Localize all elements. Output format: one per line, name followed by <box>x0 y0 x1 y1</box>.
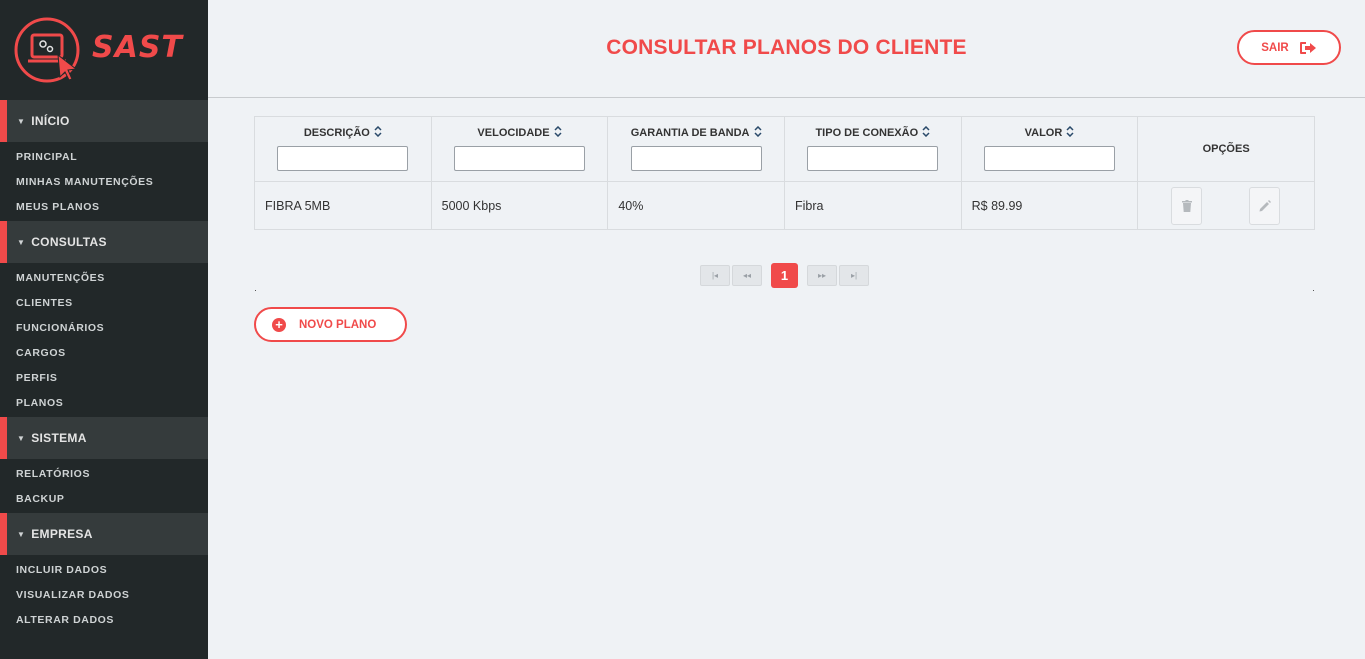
sidebar-item-cargos[interactable]: CARGOS <box>0 341 208 366</box>
edit-button[interactable] <box>1249 187 1281 225</box>
sidebar-item-planos[interactable]: PLANOS <box>0 391 208 416</box>
column-header-descricao[interactable]: DESCRIÇÃO <box>254 116 432 182</box>
filter-input-velocidade[interactable] <box>453 146 585 171</box>
logout-label: SAIR <box>1261 41 1289 54</box>
cell-valor: R$ 89.99 <box>960 181 1139 230</box>
column-header-garantia-de-banda[interactable]: GARANTIA DE BANDA <box>607 116 785 182</box>
sidebar-item-visualizar-dados[interactable]: VISUALIZAR DADOS <box>0 583 208 608</box>
cell-opcoes <box>1137 181 1315 230</box>
sidebar-item-alterar-dados[interactable]: ALTERAR DADOS <box>0 608 208 633</box>
cell-garantia-de-banda: 40% <box>607 181 785 230</box>
last-page-icon: ▸| <box>850 271 858 280</box>
new-plan-button[interactable]: + NOVO PLANO <box>254 307 407 342</box>
next-page-icon: ▸▸ <box>817 271 827 280</box>
sidebar-item-manutencoes[interactable]: MANUTENÇÕES <box>0 266 208 291</box>
plans-table: DESCRIÇÃO VELOCIDADE GARANTIA DE BANDA T… <box>254 116 1315 230</box>
sidebar-item-relatorios[interactable]: RELATÓRIOS <box>0 462 208 487</box>
caret-down-icon: ▼ <box>17 116 26 126</box>
filter-input-tipo-de-conexao[interactable] <box>807 146 939 171</box>
topbar: CONSULTAR PLANOS DO CLIENTE SAIR <box>208 0 1365 98</box>
prev-page-icon: ◂◂ <box>742 271 752 280</box>
first-page-button[interactable]: |◂ <box>700 265 730 286</box>
sidebar-item-principal[interactable]: PRINCIPAL <box>0 145 208 170</box>
paginator-right-dot <box>1313 290 1314 291</box>
section-header-empresa[interactable]: ▼ EMPRESA <box>0 513 208 555</box>
page-number-button[interactable]: 1 <box>771 263 798 288</box>
cell-descricao: FIBRA 5MB <box>254 181 432 230</box>
column-header-valor[interactable]: VALOR <box>960 116 1139 182</box>
sidebar-item-incluir-dados[interactable]: INCLUIR DADOS <box>0 558 208 583</box>
column-header-tipo-de-conexao[interactable]: TIPO DE CONEXÃO <box>783 116 962 182</box>
section-header-sistema[interactable]: ▼ SISTEMA <box>0 417 208 459</box>
section-header-consultas[interactable]: ▼ CONSULTAS <box>0 221 208 263</box>
sign-out-icon <box>1299 41 1316 54</box>
sort-icon <box>922 126 930 137</box>
nav-section-sistema: ▼ SISTEMA RELATÓRIOS BACKUP <box>0 417 208 513</box>
filter-input-garantia-de-banda[interactable] <box>630 146 762 171</box>
cell-tipo-de-conexao: Fibra <box>783 181 962 230</box>
next-page-button[interactable]: ▸▸ <box>807 265 837 286</box>
sort-icon <box>1066 126 1074 137</box>
logo[interactable]: SAST <box>0 0 208 100</box>
pencil-icon <box>1259 200 1271 212</box>
logout-button[interactable]: SAIR <box>1237 30 1341 65</box>
sidebar-item-clientes[interactable]: CLIENTES <box>0 291 208 316</box>
sort-icon <box>554 126 562 137</box>
filter-input-valor[interactable] <box>983 146 1115 171</box>
paginator: |◂ ◂◂ 1 ▸▸ ▸| <box>700 263 869 288</box>
plus-circle-icon: + <box>272 317 286 332</box>
new-plan-label: NOVO PLANO <box>299 318 377 331</box>
sort-icon <box>753 126 762 137</box>
nav-section-empresa: ▼ EMPRESA INCLUIR DADOS VISUALIZAR DADOS … <box>0 513 208 634</box>
caret-down-icon: ▼ <box>17 433 26 443</box>
prev-page-button[interactable]: ◂◂ <box>732 265 762 286</box>
page-title: CONSULTAR PLANOS DO CLIENTE <box>606 36 967 59</box>
trash-icon <box>1181 200 1192 212</box>
delete-button[interactable] <box>1171 187 1203 225</box>
sidebar-item-meus-planos[interactable]: MEUS PLANOS <box>0 195 208 220</box>
nav-section-consultas: ▼ CONSULTAS MANUTENÇÕES CLIENTES FUNCIONÁ… <box>0 221 208 417</box>
sidebar-item-funcionarios[interactable]: FUNCIONÁRIOS <box>0 316 208 341</box>
table-row[interactable]: FIBRA 5MB 5000 Kbps 40% Fibra R$ 89.99 <box>254 181 1315 230</box>
sort-icon <box>374 126 382 137</box>
sidebar-item-minhas-manutencoes[interactable]: MINHAS MANUTENÇÕES <box>0 170 208 195</box>
column-header-velocidade[interactable]: VELOCIDADE <box>430 116 609 182</box>
filter-input-descricao[interactable] <box>277 146 409 171</box>
paginator-left-dot <box>255 290 256 291</box>
column-header-opcoes: OPÇÕES <box>1137 116 1315 182</box>
logo-monitor-icon <box>14 17 80 83</box>
caret-down-icon: ▼ <box>17 237 26 247</box>
cell-velocidade: 5000 Kbps <box>430 181 609 230</box>
logo-text: SAST <box>92 29 183 65</box>
sidebar-item-backup[interactable]: BACKUP <box>0 487 208 512</box>
table-header-row: DESCRIÇÃO VELOCIDADE GARANTIA DE BANDA T… <box>254 116 1315 182</box>
first-page-icon: |◂ <box>711 271 719 280</box>
sidebar: SAST ▼ INÍCIO PRINCIPAL MINHAS MANUTENÇÕE… <box>0 0 208 659</box>
sidebar-item-perfis[interactable]: PERFIS <box>0 366 208 391</box>
nav-section-inicio: ▼ INÍCIO PRINCIPAL MINHAS MANUTENÇÕES MEU… <box>0 100 208 221</box>
last-page-button[interactable]: ▸| <box>839 265 869 286</box>
section-header-inicio[interactable]: ▼ INÍCIO <box>0 100 208 142</box>
caret-down-icon: ▼ <box>17 529 26 539</box>
